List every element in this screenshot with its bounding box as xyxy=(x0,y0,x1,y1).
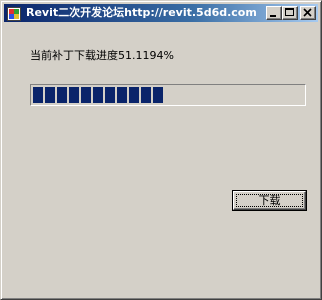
progress-block xyxy=(141,87,151,103)
progress-block xyxy=(33,87,43,103)
progress-bar xyxy=(30,84,306,106)
title-bar[interactable]: Revit二次开发论坛http://revit.5d6d.com xyxy=(4,4,318,22)
app-icon[interactable] xyxy=(7,6,21,21)
progress-block xyxy=(117,87,127,103)
progress-fill xyxy=(33,87,163,103)
maximize-button[interactable] xyxy=(282,6,298,20)
progress-block xyxy=(81,87,91,103)
progress-block xyxy=(69,87,79,103)
close-icon xyxy=(303,8,312,17)
close-button[interactable] xyxy=(300,6,316,20)
progress-block xyxy=(129,87,139,103)
progress-label: 当前补丁下载进度51.1194% xyxy=(30,49,174,62)
progress-block xyxy=(45,87,55,103)
progress-block xyxy=(93,87,103,103)
progress-dialog-window: Revit二次开发论坛http://revit.5d6d.com 当前补丁下载进… xyxy=(0,0,322,300)
minimize-icon xyxy=(270,15,276,17)
download-button-label: 下载 xyxy=(258,194,281,207)
minimize-button[interactable] xyxy=(266,6,282,20)
download-button[interactable]: 下载 xyxy=(232,190,307,211)
progress-block xyxy=(105,87,115,103)
progress-block xyxy=(153,87,163,103)
maximize-icon xyxy=(285,8,294,16)
progress-block xyxy=(57,87,67,103)
window-title: Revit二次开发论坛http://revit.5d6d.com xyxy=(26,6,257,19)
